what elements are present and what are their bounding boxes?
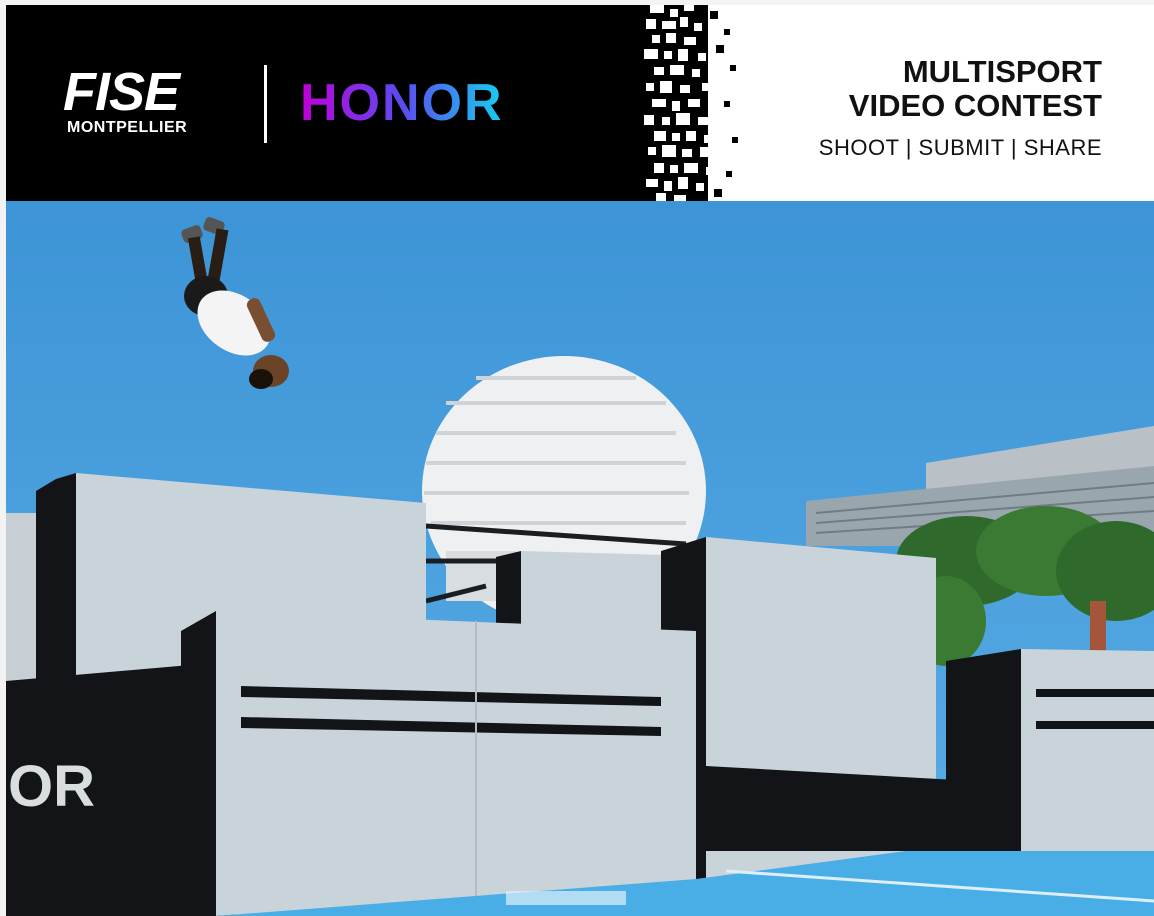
contest-title-line1: MULTISPORT bbox=[902, 54, 1102, 89]
contest-title: MULTISPORT VIDEO CONTEST bbox=[849, 55, 1102, 123]
honor-logo: HONOR bbox=[300, 74, 504, 132]
fise-montpellier-logo: FISE MONTPELLIER bbox=[63, 65, 243, 145]
wall-far-right bbox=[946, 649, 1154, 851]
wall-middle-back bbox=[496, 551, 666, 631]
parkour-photo: OR bbox=[6, 201, 1154, 916]
contest-title-line2: VIDEO CONTEST bbox=[848, 88, 1102, 123]
fise-logo-sublabel: MONTPELLIER bbox=[67, 119, 188, 136]
image-frame: FISE MONTPELLIER HONOR MULTISPORT VIDEO … bbox=[6, 5, 1154, 916]
pixel-pattern-graphic bbox=[644, 5, 750, 201]
logo-divider bbox=[264, 65, 267, 143]
wall-front-center bbox=[181, 611, 696, 916]
fise-logo-text: FISE bbox=[63, 62, 180, 122]
wall-partial-text: OR bbox=[8, 754, 95, 819]
contest-tagline: SHOOT | SUBMIT | SHARE bbox=[818, 135, 1102, 160]
parkour-scene: OR bbox=[6, 201, 1154, 916]
chimney bbox=[1090, 601, 1106, 651]
contest-banner: FISE MONTPELLIER HONOR MULTISPORT VIDEO … bbox=[6, 5, 1154, 201]
